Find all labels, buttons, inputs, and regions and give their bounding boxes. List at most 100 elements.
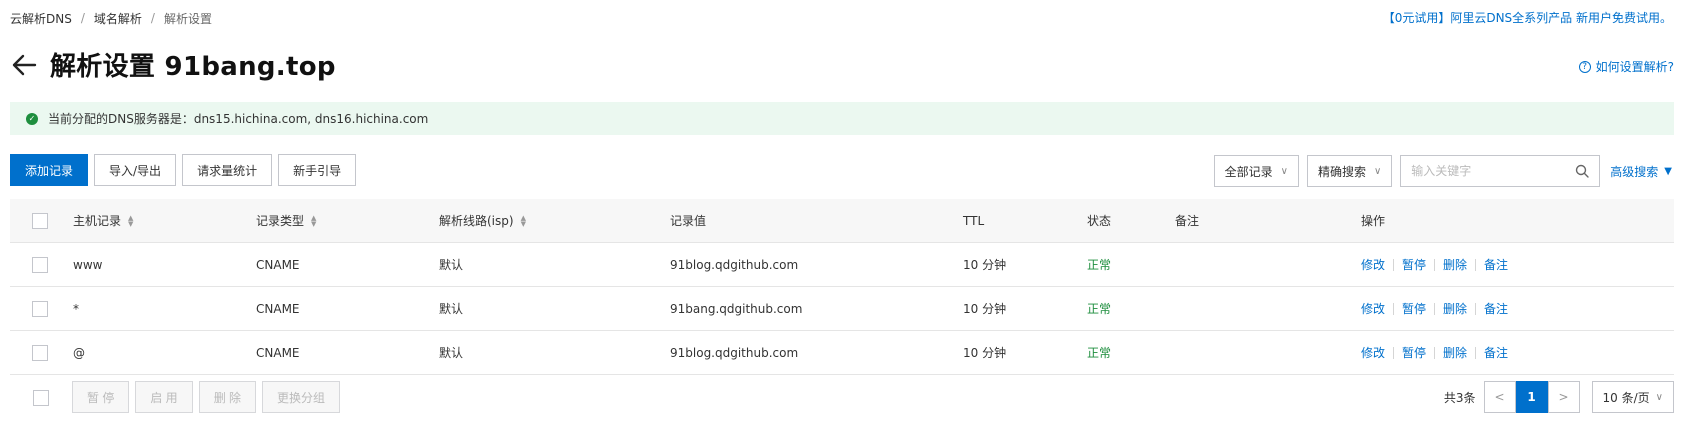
sort-icon[interactable]: ▲ ▼ bbox=[128, 214, 133, 227]
search-icon[interactable] bbox=[1575, 164, 1589, 178]
row-actions: 修改 暂停 删除 备注 bbox=[1361, 243, 1508, 286]
change-group-button[interactable]: 更换分组 bbox=[262, 381, 341, 413]
cell-ttl: 10 分钟 bbox=[963, 302, 1007, 316]
divider bbox=[1393, 258, 1395, 271]
table-header: 主机记录 ▲ ▼ 记录类型 ▲ ▼ 解析线路(isp) ▲ ▼ 记录值 TTL 状态 … bbox=[10, 199, 1674, 243]
pause-link[interactable]: 暂停 bbox=[1402, 256, 1426, 273]
cell-ttl: 10 分钟 bbox=[963, 258, 1007, 272]
record-filter-select[interactable]: 全部记录 ∨ bbox=[1213, 155, 1299, 187]
back-arrow-icon[interactable] bbox=[11, 52, 37, 78]
column-host-label: 主机记录 bbox=[73, 214, 122, 228]
search-input[interactable] bbox=[1411, 164, 1576, 178]
toolbar-left: 添加记录 导入/导出 请求量统计 新手引导 bbox=[10, 154, 362, 186]
breadcrumb-dns[interactable]: 云解析DNS bbox=[10, 10, 72, 27]
edit-link[interactable]: 修改 bbox=[1361, 300, 1385, 317]
row-checkbox[interactable] bbox=[32, 256, 48, 273]
search-mode-select[interactable]: 精确搜索 ∨ bbox=[1306, 155, 1393, 187]
cell-status: 正常 bbox=[1087, 346, 1112, 360]
chevron-right-icon: > bbox=[1558, 390, 1569, 404]
bulk-enable-button[interactable]: 启 用 bbox=[135, 381, 193, 413]
divider bbox=[1434, 302, 1436, 315]
column-line[interactable]: 解析线路(isp) ▲ ▼ bbox=[439, 199, 526, 242]
select-all-checkbox[interactable] bbox=[32, 212, 48, 229]
divider bbox=[1475, 258, 1477, 271]
page-size-value: 10 条/页 bbox=[1602, 390, 1650, 405]
dns-notice: ✓ 当前分配的DNS服务器是：dns15.hichina.com, dns16.… bbox=[10, 102, 1674, 135]
column-host[interactable]: 主机记录 ▲ ▼ bbox=[73, 199, 133, 242]
cell-host: www bbox=[73, 257, 103, 272]
column-remark: 备注 bbox=[1175, 214, 1200, 228]
delete-link[interactable]: 删除 bbox=[1443, 256, 1467, 273]
row-actions: 修改 暂停 删除 备注 bbox=[1361, 331, 1508, 374]
chevron-left-icon: < bbox=[1494, 390, 1505, 404]
advanced-search-link[interactable]: 高级搜索 ▼ bbox=[1610, 163, 1672, 180]
breadcrumb-domain[interactable]: 域名解析 bbox=[94, 10, 142, 27]
page-title: 解析设置 91bang.top bbox=[50, 52, 336, 82]
chevron-down-icon: ∨ bbox=[1373, 165, 1382, 177]
remark-link[interactable]: 备注 bbox=[1484, 344, 1508, 361]
prev-page-button[interactable]: < bbox=[1483, 381, 1516, 413]
breadcrumb-separator: / bbox=[150, 11, 155, 25]
chevron-down-icon: ∨ bbox=[1655, 391, 1663, 403]
remark-link[interactable]: 备注 bbox=[1484, 256, 1508, 273]
edit-link[interactable]: 修改 bbox=[1361, 344, 1385, 361]
next-page-button[interactable]: > bbox=[1547, 381, 1580, 413]
delete-link[interactable]: 删除 bbox=[1443, 344, 1467, 361]
cell-status: 正常 bbox=[1087, 258, 1112, 272]
remark-link[interactable]: 备注 bbox=[1484, 300, 1508, 317]
beginner-guide-button[interactable]: 新手引导 bbox=[278, 154, 357, 186]
pause-link[interactable]: 暂停 bbox=[1402, 300, 1426, 317]
cell-line: 默认 bbox=[439, 302, 464, 316]
dns-notice-text: 当前分配的DNS服务器是：dns15.hichina.com, dns16.hi… bbox=[48, 112, 429, 126]
delete-link[interactable]: 删除 bbox=[1443, 300, 1467, 317]
cell-value: 91blog.qdgithub.com bbox=[670, 257, 799, 272]
column-status: 状态 bbox=[1087, 214, 1112, 228]
column-type-label: 记录类型 bbox=[256, 214, 305, 228]
page-size-select[interactable]: 10 条/页 ∨ bbox=[1591, 381, 1674, 413]
cell-host: * bbox=[73, 301, 79, 316]
cell-value: 91blog.qdgithub.com bbox=[670, 345, 799, 360]
search-mode-value: 精确搜索 bbox=[1317, 164, 1366, 179]
column-ttl: TTL bbox=[963, 213, 985, 228]
pagination: 共3条 < 1 > 10 条/页 ∨ bbox=[1444, 381, 1674, 413]
bulk-pause-button[interactable]: 暂 停 bbox=[72, 381, 130, 413]
page-1-button[interactable]: 1 bbox=[1515, 381, 1548, 413]
divider bbox=[1475, 346, 1477, 359]
cell-type: CNAME bbox=[256, 257, 300, 272]
row-checkbox[interactable] bbox=[32, 344, 48, 361]
table-footer: 暂 停 启 用 删 除 更换分组 共3条 < 1 > 10 条/页 ∨ bbox=[10, 381, 1674, 415]
table-row: @ CNAME 默认 91blog.qdgithub.com 10 分钟 正常 … bbox=[10, 331, 1674, 375]
divider bbox=[1434, 258, 1436, 271]
breadcrumb-separator: / bbox=[80, 11, 85, 25]
breadcrumb: 云解析DNS / 域名解析 / 解析设置 bbox=[10, 9, 212, 27]
column-type[interactable]: 记录类型 ▲ ▼ bbox=[256, 199, 316, 242]
toolbar-right: 全部记录 ∨ 精确搜索 ∨ 高级搜索 ▼ bbox=[1213, 155, 1672, 187]
table-row: * CNAME 默认 91bang.qdgithub.com 10 分钟 正常 … bbox=[10, 287, 1674, 331]
check-circle-icon: ✓ bbox=[26, 112, 38, 125]
request-stats-button[interactable]: 请求量统计 bbox=[182, 154, 273, 186]
help-label: 如何设置解析? bbox=[1595, 60, 1674, 74]
cell-host: @ bbox=[73, 345, 85, 360]
cell-status: 正常 bbox=[1087, 302, 1112, 316]
caret-down-icon: ▼ bbox=[1664, 165, 1672, 177]
pause-link[interactable]: 暂停 bbox=[1402, 344, 1426, 361]
help-link[interactable]: ? 如何设置解析? bbox=[1578, 58, 1674, 75]
table-row: www CNAME 默认 91blog.qdgithub.com 10 分钟 正… bbox=[10, 243, 1674, 287]
record-filter-value: 全部记录 bbox=[1224, 164, 1273, 179]
sort-icon[interactable]: ▲ ▼ bbox=[311, 214, 316, 227]
column-line-label: 解析线路(isp) bbox=[439, 214, 514, 228]
import-export-button[interactable]: 导入/导出 bbox=[94, 154, 177, 186]
divider bbox=[1434, 346, 1436, 359]
advanced-search-label: 高级搜索 bbox=[1610, 164, 1659, 179]
edit-link[interactable]: 修改 bbox=[1361, 256, 1385, 273]
cell-line: 默认 bbox=[439, 258, 464, 272]
add-record-button[interactable]: 添加记录 bbox=[10, 154, 89, 186]
cell-type: CNAME bbox=[256, 301, 300, 316]
bulk-actions: 暂 停 启 用 删 除 更换分组 bbox=[72, 381, 346, 413]
column-value: 记录值 bbox=[670, 214, 707, 228]
promo-link[interactable]: 【0元试用】阿里云DNS全系列产品 新用户免费试用。 bbox=[1383, 9, 1672, 26]
sort-icon[interactable]: ▲ ▼ bbox=[521, 214, 526, 227]
select-all-bottom-checkbox[interactable] bbox=[33, 390, 49, 406]
row-checkbox[interactable] bbox=[32, 300, 48, 317]
bulk-delete-button[interactable]: 删 除 bbox=[198, 381, 257, 413]
